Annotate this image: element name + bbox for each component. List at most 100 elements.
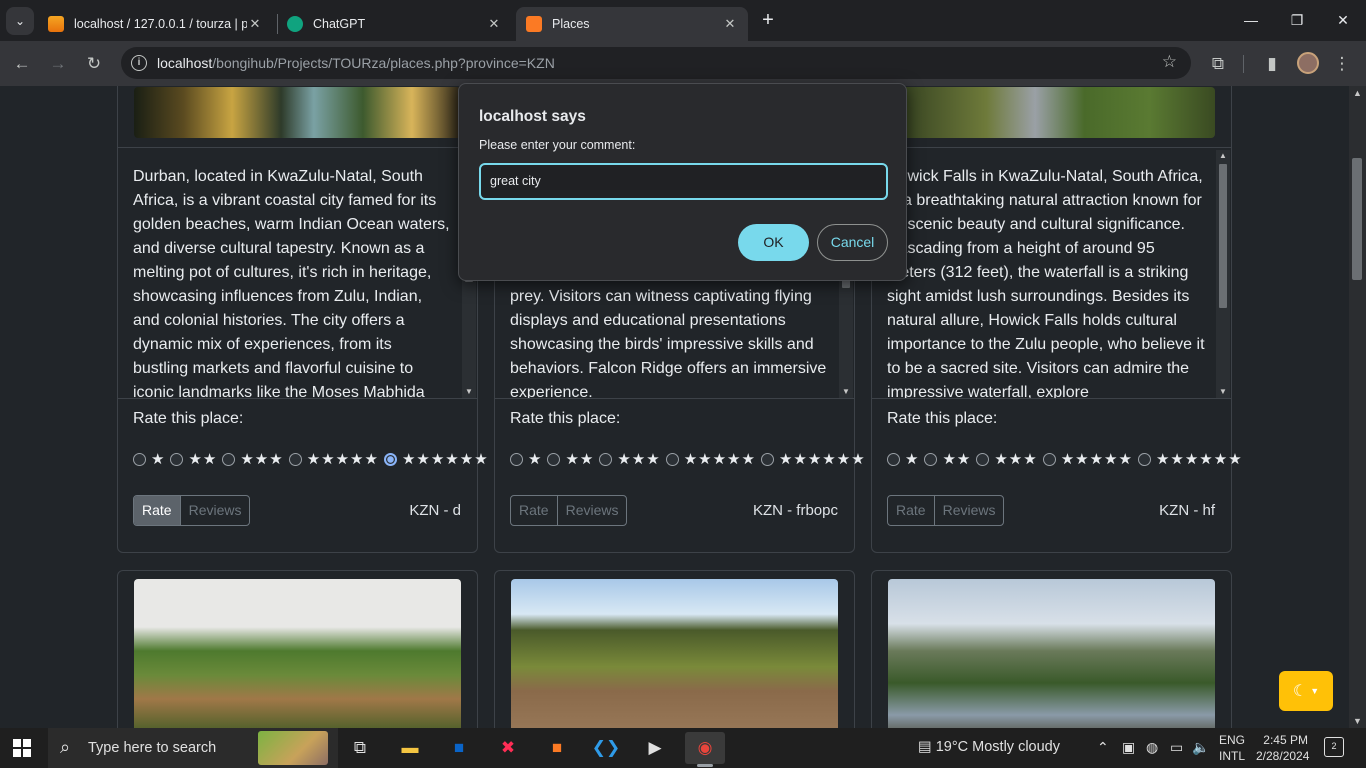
close-icon[interactable]: ✕ bbox=[247, 16, 263, 32]
rating-radio-1[interactable] bbox=[133, 452, 146, 466]
windows-start-icon[interactable] bbox=[13, 739, 31, 757]
rating-radio-2[interactable] bbox=[924, 452, 938, 466]
scroll-up-icon[interactable]: ▲ bbox=[1216, 151, 1230, 160]
new-tab-button[interactable]: + bbox=[757, 10, 779, 32]
description-scrollbar[interactable]: ▲ ▼ bbox=[1216, 150, 1230, 398]
rating-stars: ★ bbox=[151, 451, 166, 468]
rating-radio-2[interactable] bbox=[170, 452, 184, 466]
profile-avatar[interactable] bbox=[1297, 52, 1319, 74]
scroll-down-icon[interactable]: ▼ bbox=[462, 387, 476, 396]
rating-radio-3[interactable] bbox=[976, 452, 990, 466]
browser-toolbar: ← → ↻ i localhost/bongihub/Projects/TOUR… bbox=[0, 41, 1366, 86]
rating-radio-4[interactable] bbox=[288, 452, 302, 466]
rate-button[interactable]: Rate bbox=[134, 496, 180, 525]
side-panel-icon[interactable]: ▮ bbox=[1260, 52, 1284, 76]
card-button-group: Rate Reviews bbox=[887, 495, 1005, 526]
description-scroll-box[interactable]: Durban, located in KwaZulu-Natal, South … bbox=[118, 147, 477, 399]
rating-radio-5[interactable] bbox=[760, 452, 774, 466]
xampp-icon[interactable]: ■ bbox=[537, 732, 577, 764]
tab-search-chevron-icon[interactable]: ⌄ bbox=[6, 7, 34, 35]
task-view-icon[interactable]: ⧉ bbox=[340, 732, 380, 764]
outlook-icon[interactable]: ■ bbox=[439, 732, 479, 764]
giraffes-image bbox=[134, 579, 461, 728]
place-description: Howick Falls in KwaZulu-Natal, South Afr… bbox=[887, 168, 1205, 399]
bookmark-star-icon[interactable]: ☆ bbox=[1162, 52, 1177, 72]
rating-radio-5[interactable] bbox=[1137, 452, 1151, 466]
tab-title: ChatGPT bbox=[313, 17, 366, 31]
description-scroll-box[interactable]: Howick Falls in KwaZulu-Natal, South Afr… bbox=[872, 147, 1231, 399]
cancel-button[interactable]: Cancel bbox=[817, 224, 888, 261]
rating-radio-group: ★ ★★ ★★★ ★★★★★ ★★★★★★ bbox=[887, 449, 1248, 469]
site-info-icon[interactable]: i bbox=[131, 55, 147, 71]
rating-stars: ★★★ bbox=[617, 451, 661, 468]
rating-radio-4[interactable] bbox=[665, 452, 679, 466]
place-description: center houses a diverse collection of bi… bbox=[510, 264, 827, 399]
scrollbar-thumb[interactable] bbox=[1219, 164, 1227, 308]
scroll-down-icon[interactable]: ▼ bbox=[1216, 387, 1230, 396]
network-icon[interactable]: ◍ bbox=[1146, 739, 1158, 756]
search-placeholder: Type here to search bbox=[88, 740, 217, 756]
meet-now-icon[interactable]: ▣ bbox=[1122, 739, 1135, 756]
media-player-icon[interactable]: ▶ bbox=[635, 732, 675, 764]
rating-radio-5[interactable] bbox=[383, 452, 397, 466]
rating-stars: ★★★ bbox=[994, 451, 1038, 468]
scroll-up-icon[interactable]: ▲ bbox=[1349, 88, 1366, 98]
card-button-group: Rate Reviews bbox=[510, 495, 628, 526]
show-hidden-icons-icon[interactable]: ⌃ bbox=[1097, 739, 1109, 756]
howick-falls-image bbox=[888, 87, 1215, 138]
address-bar[interactable]: i localhost/bongihub/Projects/TOURza/pla… bbox=[121, 47, 1191, 79]
tab-places[interactable]: Places ✕ bbox=[516, 7, 748, 41]
rating-stars: ★★ bbox=[565, 451, 595, 468]
rating-stars: ★★★★★ bbox=[306, 451, 379, 468]
rating-stars: ★ bbox=[905, 451, 920, 468]
comment-input[interactable]: great city bbox=[479, 163, 888, 200]
reviews-button[interactable]: Reviews bbox=[933, 496, 1004, 525]
rating-radio-1[interactable] bbox=[887, 452, 900, 466]
reviews-button[interactable]: Reviews bbox=[179, 496, 250, 525]
clock[interactable]: 2:45 PM 2/28/2024 bbox=[1256, 732, 1309, 764]
url-text[interactable]: localhost/bongihub/Projects/TOURza/place… bbox=[157, 55, 555, 71]
restore-icon[interactable]: ❐ bbox=[1274, 7, 1320, 33]
language-indicator[interactable]: ENG INTL bbox=[1219, 732, 1245, 764]
volume-icon[interactable]: 🔈 bbox=[1192, 739, 1209, 756]
extensions-icon[interactable]: ⧉ bbox=[1206, 52, 1230, 76]
rate-button[interactable]: Rate bbox=[511, 496, 557, 525]
scroll-down-icon[interactable]: ▼ bbox=[1349, 716, 1366, 726]
reviews-button[interactable]: Reviews bbox=[556, 496, 627, 525]
rating-radio-1[interactable] bbox=[510, 452, 523, 466]
rating-radio-3[interactable] bbox=[599, 452, 613, 466]
page-scrollbar[interactable]: ▲ ▼ bbox=[1349, 86, 1366, 728]
page-scrollbar-thumb[interactable] bbox=[1352, 158, 1362, 280]
rating-radio-4[interactable] bbox=[1042, 452, 1056, 466]
xmind-icon[interactable]: ✖ bbox=[488, 732, 528, 764]
menu-kebab-icon[interactable]: ⋮ bbox=[1330, 52, 1354, 76]
notifications-icon[interactable]: 2 bbox=[1324, 737, 1344, 757]
chrome-icon[interactable]: ◉ bbox=[685, 732, 725, 767]
close-icon[interactable]: ✕ bbox=[486, 16, 502, 32]
rate-button[interactable]: Rate bbox=[888, 496, 934, 525]
theme-toggle-button[interactable]: ☾ ▼ bbox=[1279, 671, 1333, 711]
file-explorer-icon[interactable]: ▬ bbox=[390, 732, 430, 764]
window-close-icon[interactable]: ✕ bbox=[1320, 7, 1366, 33]
reload-icon[interactable]: ↻ bbox=[82, 52, 106, 76]
back-icon[interactable]: ← bbox=[10, 52, 34, 76]
forward-icon[interactable]: → bbox=[46, 52, 70, 76]
rating-stars: ★★★★★ bbox=[683, 451, 756, 468]
xampp-icon bbox=[526, 16, 542, 32]
battery-icon[interactable]: ▭ bbox=[1170, 739, 1183, 756]
rating-radio-3[interactable] bbox=[222, 452, 236, 466]
rating-stars: ★★ bbox=[942, 451, 972, 468]
rating-stars: ★★★★★★ bbox=[401, 451, 489, 468]
ok-button[interactable]: OK bbox=[738, 224, 809, 261]
tab-title: localhost / 127.0.0.1 / tourza | p bbox=[74, 17, 247, 31]
windows-taskbar: ⌕ Type here to search ⧉ ▬ ■ ✖ ■ ❮❯ ▶ ◉ ▤… bbox=[0, 728, 1366, 768]
tab-phpmyadmin[interactable]: localhost / 127.0.0.1 / tourza | p ✕ bbox=[38, 7, 273, 41]
minimize-icon[interactable]: — bbox=[1228, 7, 1274, 33]
tab-chatgpt[interactable]: ChatGPT ✕ bbox=[277, 7, 512, 41]
vscode-icon[interactable]: ❮❯ bbox=[586, 732, 626, 764]
rating-radio-2[interactable] bbox=[547, 452, 561, 466]
close-icon[interactable]: ✕ bbox=[722, 16, 738, 32]
taskbar-search-box[interactable]: ⌕ Type here to search bbox=[48, 728, 338, 768]
weather-widget[interactable]: ▤ 19°C Mostly cloudy bbox=[918, 739, 1060, 755]
scroll-down-icon[interactable]: ▼ bbox=[839, 387, 853, 396]
